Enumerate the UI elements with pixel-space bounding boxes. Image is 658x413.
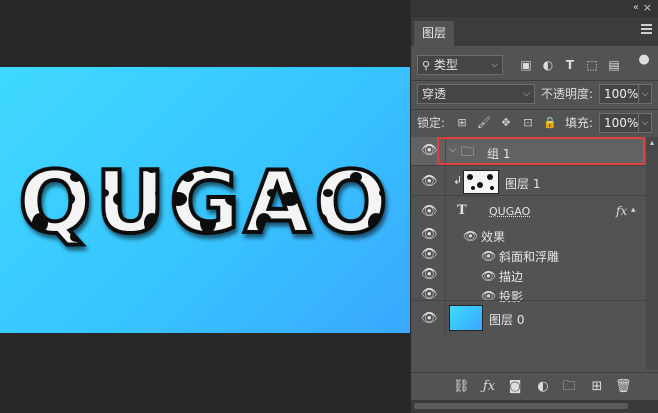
- panel-title-bar: « ×: [411, 0, 658, 17]
- filter-smart-object-icon[interactable]: ▤: [607, 58, 621, 72]
- divider: [445, 166, 446, 196]
- visibility-eye-icon[interactable]: 👁: [421, 228, 438, 241]
- lock-move-icon[interactable]: ✥: [499, 116, 513, 130]
- folder-icon: 🗀: [461, 145, 475, 160]
- layer-row[interactable]: 👁 ↲ 图层 1: [411, 165, 646, 196]
- layer-name: QUGAO: [489, 205, 531, 218]
- visibility-eye-icon[interactable]: 👁: [421, 205, 438, 218]
- filter-type-icon[interactable]: T: [563, 58, 577, 72]
- canvas-artwork: QUGAO: [16, 151, 391, 255]
- divider: [445, 225, 446, 245]
- filter-toggle-icon[interactable]: ●: [637, 53, 651, 67]
- new-layer-icon[interactable]: ⊞: [589, 379, 605, 395]
- layer-thumbnail: [449, 305, 483, 331]
- chevron-down-icon: ⌵: [523, 89, 530, 99]
- blend-mode-dropdown[interactable]: 穿透 ⌵: [417, 84, 535, 104]
- canvas-text: QUGAO: [18, 153, 391, 253]
- divider: [445, 265, 446, 285]
- divider: [411, 80, 658, 81]
- divider: [445, 245, 446, 265]
- add-mask-icon[interactable]: ◙: [507, 379, 523, 395]
- layer-row[interactable]: 👁 图层 0: [411, 300, 646, 335]
- chevron-down-icon[interactable]: ⌵: [449, 144, 457, 155]
- blend-mode-value: 穿透: [422, 87, 447, 101]
- chevron-down-icon[interactable]: ⌵: [638, 113, 652, 133]
- lock-transparent-icon[interactable]: ⊞: [455, 116, 469, 130]
- lock-artboard-icon[interactable]: ⊡: [521, 116, 535, 130]
- chevron-up-icon[interactable]: ▴: [646, 137, 658, 149]
- layers-panel: « × 图层 ⚲ 类型 ⌵ ▣ ◐ T ⬚ ▤ ● 穿透 ⌵ 不透明度: 100…: [410, 0, 658, 413]
- add-style-icon[interactable]: ƒx: [481, 379, 497, 395]
- tab-layers[interactable]: 图层: [414, 21, 455, 46]
- text-layer-icon: T: [457, 203, 467, 218]
- scroll-thumb[interactable]: [414, 403, 628, 409]
- fill-label: 填充:: [565, 116, 594, 130]
- visibility-eye-icon[interactable]: 👁: [421, 144, 438, 157]
- visibility-eye-icon[interactable]: 👁: [421, 312, 438, 325]
- effect-eye-icon[interactable]: 👁: [481, 269, 496, 283]
- new-group-icon[interactable]: 🗀: [561, 379, 577, 395]
- layer-row-text[interactable]: 👁 T QUGAO fx ▴: [411, 195, 646, 226]
- opacity-label: 不透明度:: [541, 87, 594, 101]
- lock-all-icon[interactable]: 🔒: [543, 116, 557, 130]
- divider: [445, 301, 446, 335]
- filter-adjustment-icon[interactable]: ◐: [541, 58, 555, 72]
- layer-name: 图层 1: [505, 177, 541, 191]
- lock-brush-icon[interactable]: 🖌: [477, 116, 491, 130]
- lock-fill-row: 锁定: ⊞ 🖌 ✥ ⊡ 🔒 填充: 100% ⌵: [417, 113, 652, 135]
- divider: [445, 196, 446, 226]
- cow-pattern-thumbnail: [467, 174, 494, 190]
- document-canvas[interactable]: QUGAO: [0, 67, 410, 333]
- filter-pixel-icon[interactable]: ▣: [519, 58, 533, 72]
- chevron-up-icon[interactable]: ▴: [631, 205, 636, 215]
- effects-header-row[interactable]: 👁 👁 效果: [411, 225, 646, 245]
- opacity-field[interactable]: 100% ⌵: [599, 84, 652, 104]
- fill-field[interactable]: 100% ⌵: [599, 113, 652, 133]
- layer-row-group[interactable]: 👁 ⌵ 🗀 组 1: [411, 137, 646, 165]
- visibility-eye-icon[interactable]: 👁: [421, 248, 438, 261]
- link-layers-icon[interactable]: ⛓: [453, 379, 470, 395]
- filter-kind-label: 类型: [433, 58, 458, 72]
- panel-menu-icon[interactable]: [641, 24, 652, 36]
- panel-tab-row: 图层: [411, 17, 658, 46]
- fill-value: 100%: [604, 116, 639, 130]
- visibility-eye-icon[interactable]: 👁: [421, 175, 438, 188]
- filter-shape-icon[interactable]: ⬚: [585, 58, 599, 72]
- close-icon[interactable]: ×: [643, 1, 652, 14]
- chevron-down-icon: ⌵: [491, 60, 498, 70]
- delete-layer-icon[interactable]: 🗑: [615, 379, 632, 395]
- effect-name: 描边: [499, 270, 524, 284]
- clipping-mask-icon: ↲: [453, 174, 463, 187]
- effects-label: 效果: [481, 230, 506, 244]
- opacity-value: 100%: [604, 87, 639, 101]
- divider: [411, 109, 658, 110]
- chevron-down-icon[interactable]: ⌵: [638, 84, 652, 104]
- filter-kind-dropdown[interactable]: ⚲ 类型 ⌵: [417, 55, 503, 75]
- lock-label: 锁定:: [417, 116, 446, 130]
- layer-filter-row: ⚲ 类型 ⌵ ▣ ◐ T ⬚ ▤ ●: [417, 53, 652, 77]
- new-adjustment-icon[interactable]: ◐: [535, 379, 551, 395]
- layer-name: 图层 0: [489, 313, 525, 327]
- effect-row[interactable]: 👁 👁 斜面和浮雕: [411, 245, 646, 265]
- layers-list: ▴ 👁 ⌵ 🗀 组 1 👁 ↲ 图层 1 👁 T QUGAO fx ▴ 👁 👁 …: [411, 137, 658, 370]
- layers-scrollbar[interactable]: ▴: [646, 137, 658, 370]
- effects-eye-icon[interactable]: 👁: [463, 229, 478, 243]
- layer-name: 组 1: [487, 147, 511, 161]
- layer-thumbnail: [463, 170, 499, 194]
- visibility-eye-icon[interactable]: 👁: [421, 268, 438, 281]
- layers-bottom-toolbar: ⛓ ƒx ◙ ◐ 🗀 ⊞ 🗑: [411, 372, 658, 401]
- search-icon: ⚲: [422, 59, 431, 72]
- panel-scrollbar[interactable]: [411, 400, 658, 413]
- collapse-icon[interactable]: «: [633, 2, 639, 13]
- blend-opacity-row: 穿透 ⌵ 不透明度: 100% ⌵: [417, 84, 652, 106]
- effect-name: 斜面和浮雕: [499, 250, 560, 264]
- effect-row[interactable]: 👁 👁 描边: [411, 265, 646, 285]
- fx-icon[interactable]: fx: [616, 204, 627, 218]
- effect-eye-icon[interactable]: 👁: [481, 249, 496, 263]
